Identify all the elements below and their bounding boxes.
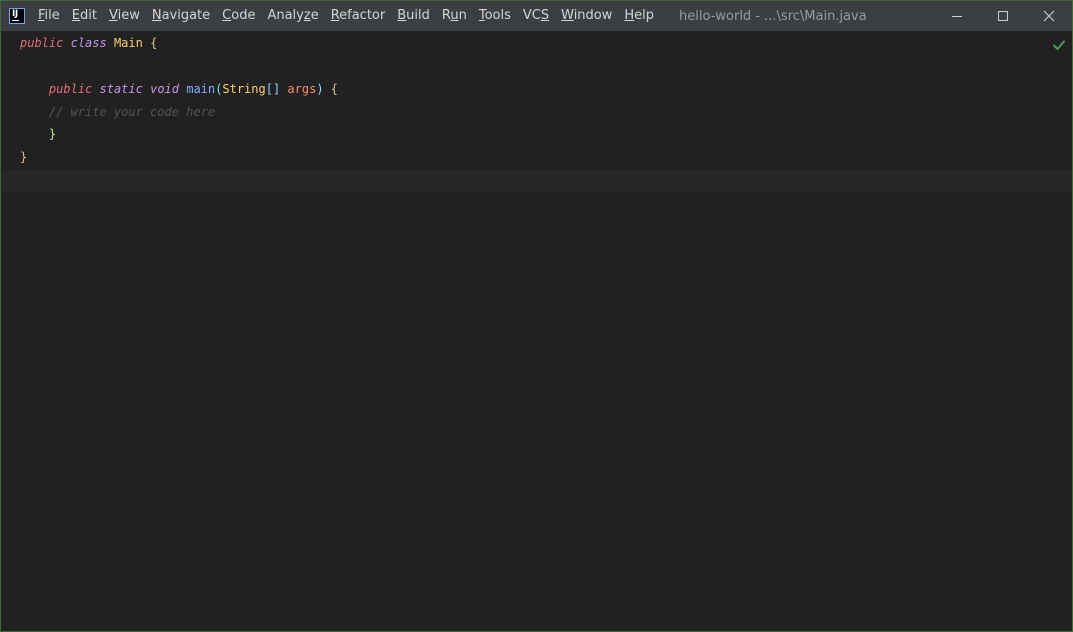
- menu-build[interactable]: Build: [391, 1, 436, 31]
- menu-window[interactable]: Window: [555, 1, 618, 31]
- window-title: hello-world - ...\src\Main.java: [679, 8, 867, 24]
- code-editor[interactable]: public class Main { public static void m…: [1, 31, 1072, 631]
- checkmark-icon[interactable]: [1052, 38, 1066, 52]
- menu-view[interactable]: View: [103, 1, 146, 31]
- code-line-4: // write your code here: [48, 105, 216, 119]
- code-line-3: public static void main(String[] args) {: [48, 82, 339, 96]
- menu-file[interactable]: File: [32, 1, 66, 31]
- close-button[interactable]: [1026, 1, 1072, 31]
- menu-edit[interactable]: Edit: [66, 1, 103, 31]
- code-line-6: }: [20, 150, 28, 164]
- menu-navigate[interactable]: Navigate: [146, 1, 216, 31]
- title-bar: IJ File Edit View Navigate Code Analyze …: [1, 1, 1072, 31]
- menu-help[interactable]: Help: [618, 1, 660, 31]
- menu-tools[interactable]: Tools: [473, 1, 517, 31]
- menu-vcs[interactable]: VCS: [517, 1, 555, 31]
- maximize-button[interactable]: [980, 1, 1026, 31]
- minimize-button[interactable]: [934, 1, 980, 31]
- minimize-icon: [952, 16, 962, 17]
- maximize-icon: [998, 11, 1008, 21]
- menu-refactor[interactable]: Refactor: [325, 1, 392, 31]
- menu-code[interactable]: Code: [216, 1, 261, 31]
- intellij-idea-logo-icon[interactable]: IJ: [9, 8, 25, 24]
- ide-window: IJ File Edit View Navigate Code Analyze …: [0, 0, 1073, 632]
- main-menu: File Edit View Navigate Code Analyze Ref…: [32, 1, 660, 31]
- code-line-5: }: [48, 127, 57, 141]
- current-line-highlight: [1, 170, 1072, 193]
- menu-analyze[interactable]: Analyze: [261, 1, 324, 31]
- code-line-1: public class Main {: [20, 36, 158, 50]
- window-controls: [934, 1, 1072, 31]
- close-icon: [1043, 10, 1055, 22]
- logo-glyph: IJ: [12, 9, 18, 19]
- menu-run[interactable]: Run: [436, 1, 473, 31]
